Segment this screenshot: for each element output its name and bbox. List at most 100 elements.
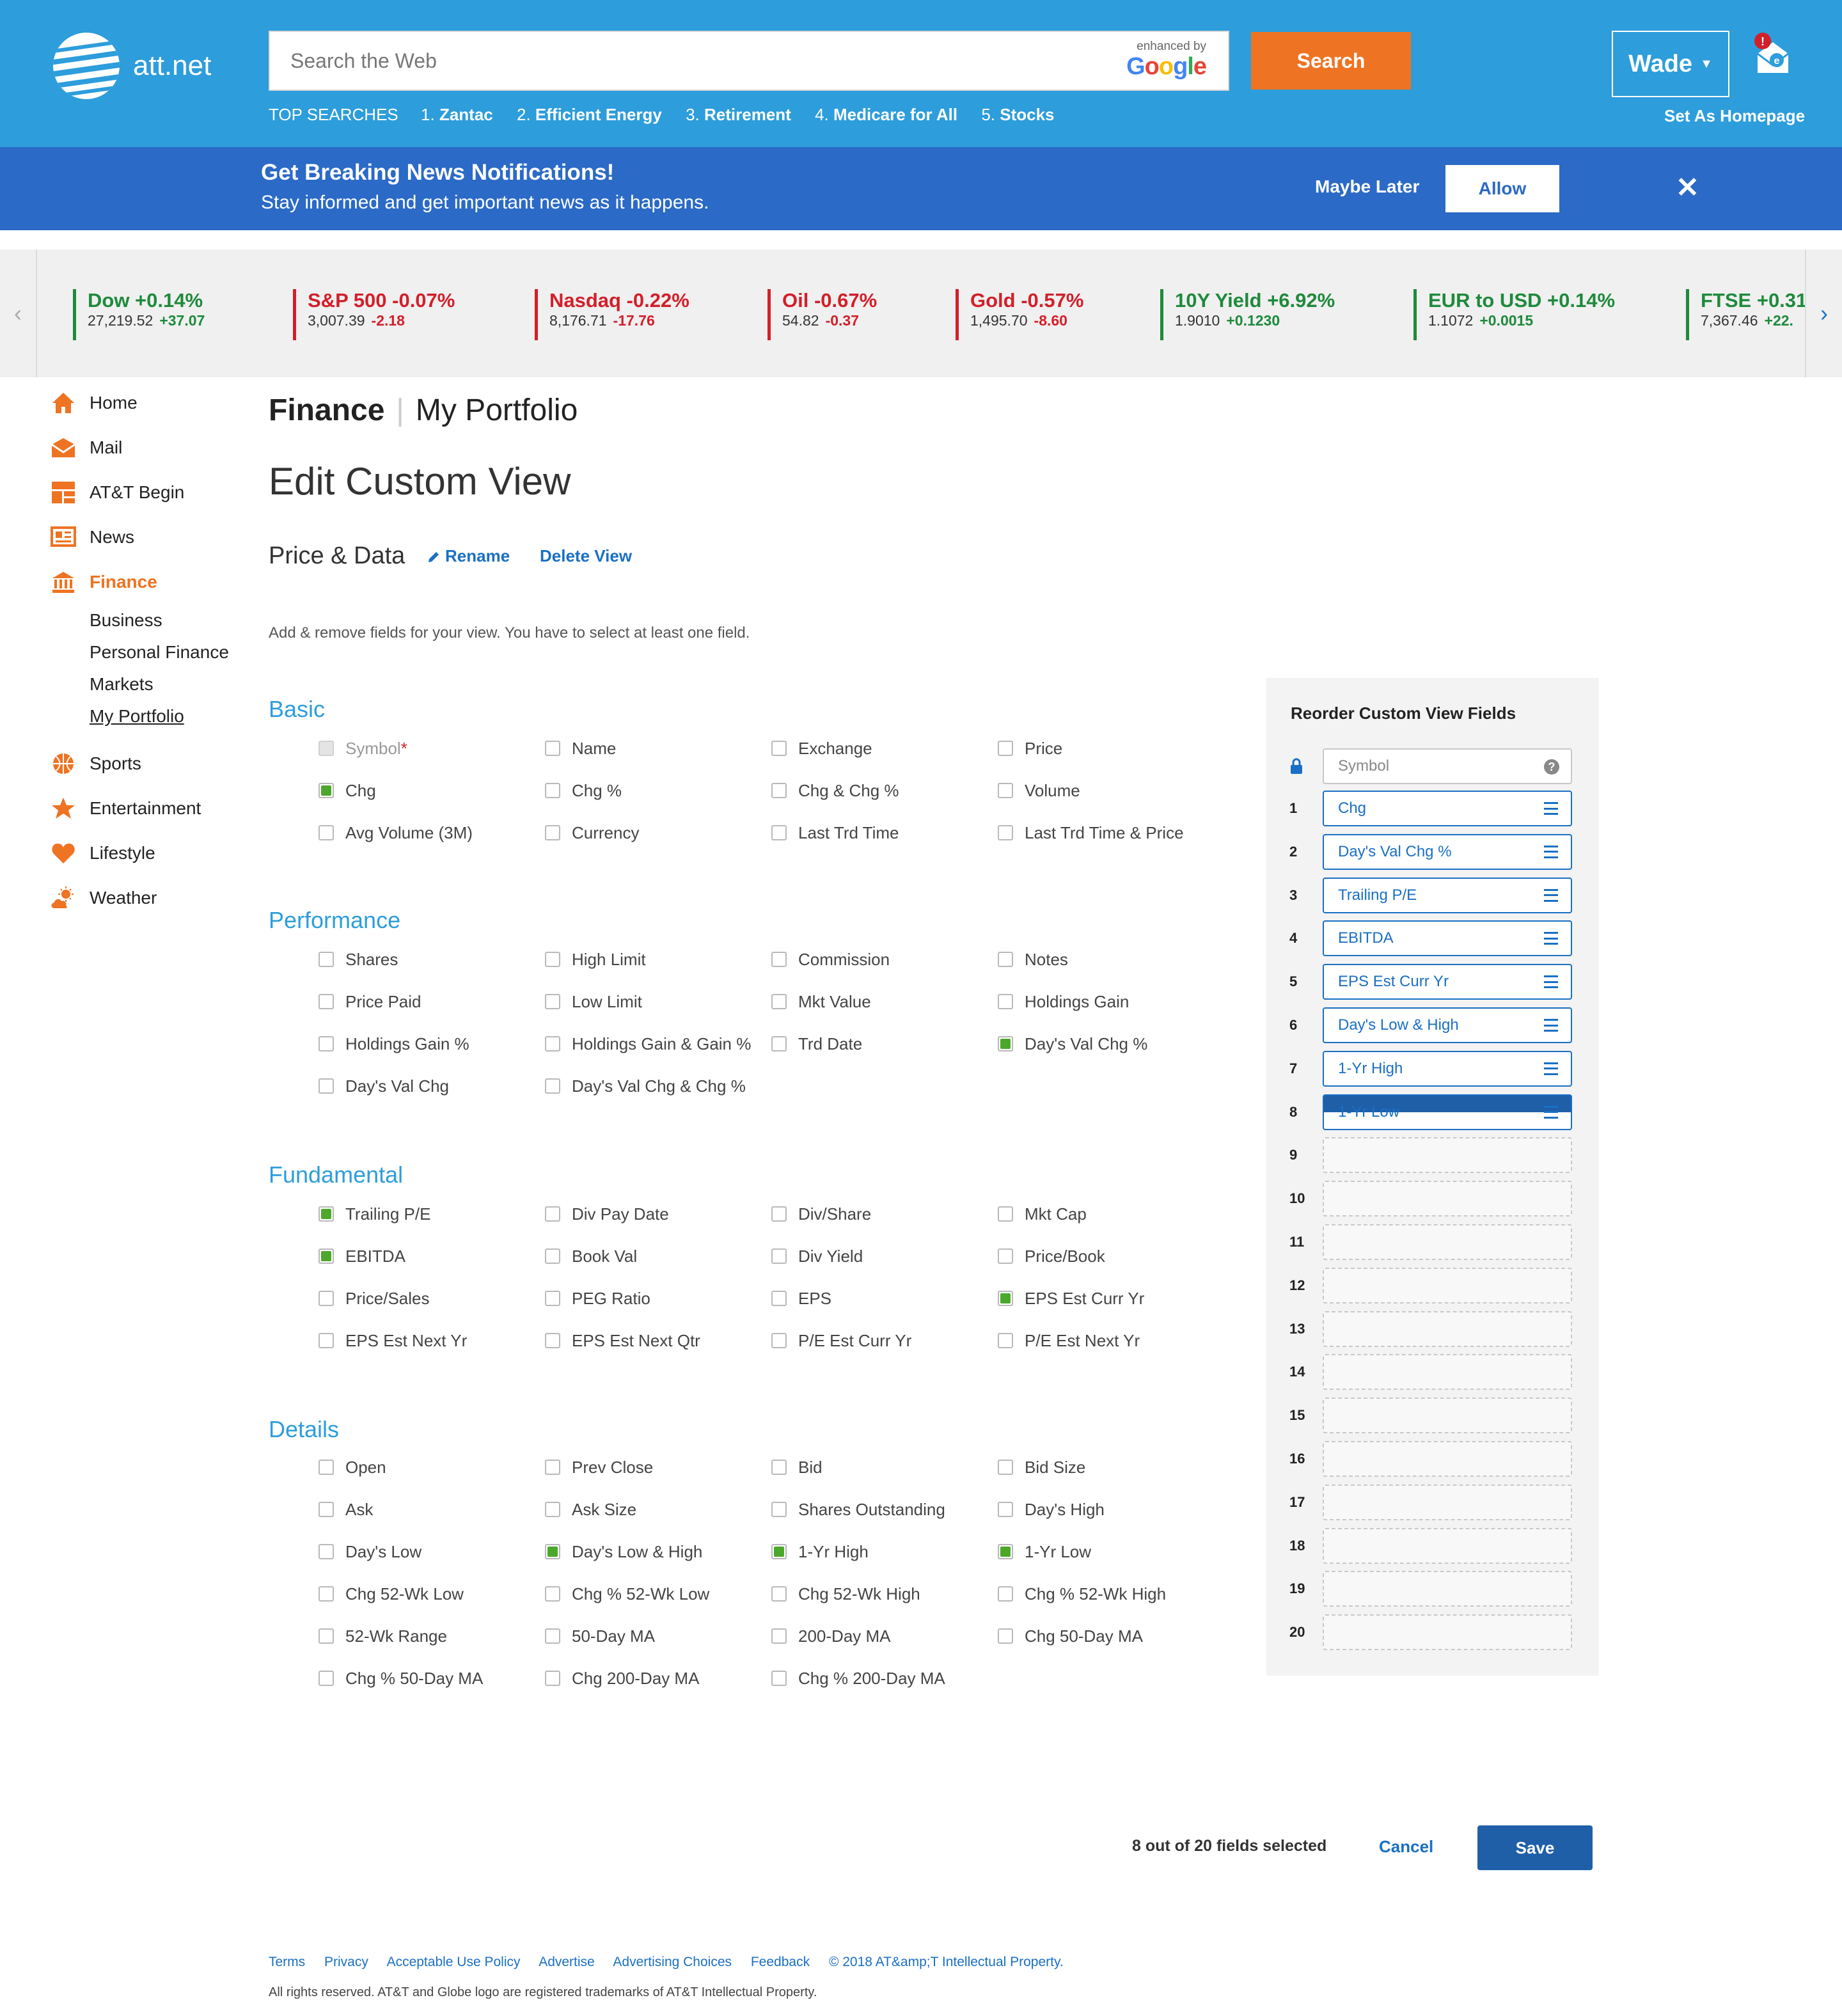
footer-link-acceptable-use[interactable]: Acceptable Use Policy <box>387 1955 521 1969</box>
field-option[interactable]: Currency <box>545 820 639 846</box>
checkbox[interactable] <box>545 952 560 967</box>
ticker-item[interactable]: EUR to USD +0.14% 1.1072 +0.0015 <box>1413 289 1615 340</box>
allow-button[interactable]: Allow <box>1445 165 1559 212</box>
field-option[interactable]: EPS Est Next Yr <box>319 1328 467 1353</box>
checkbox[interactable] <box>771 1036 787 1051</box>
subnav-personal-finance[interactable]: Personal Finance <box>90 642 229 663</box>
checkbox[interactable] <box>998 994 1013 1009</box>
checkbox[interactable] <box>545 1206 560 1222</box>
drag-handle-icon[interactable] <box>1544 1019 1558 1032</box>
checkbox[interactable] <box>771 1502 787 1517</box>
top-search-link[interactable]: 1. Zantac <box>421 105 493 124</box>
breadcrumb-page[interactable]: My Portfolio <box>416 393 578 427</box>
field-option[interactable]: Chg 200-Day MA <box>545 1666 699 1691</box>
field-option[interactable]: Low Limit <box>545 989 642 1014</box>
nav-item-entertainment[interactable]: Entertainment <box>50 796 201 821</box>
checkbox[interactable] <box>319 1206 334 1222</box>
checkbox[interactable] <box>771 1291 787 1306</box>
drag-handle-icon[interactable] <box>1544 845 1558 858</box>
checkbox[interactable] <box>545 741 560 756</box>
field-option[interactable]: High Limit <box>545 947 646 972</box>
save-button[interactable]: Save <box>1477 1825 1593 1870</box>
checkbox[interactable] <box>998 1036 1013 1051</box>
ticker-item[interactable]: 10Y Yield +6.92% 1.9010 +0.1230 <box>1160 289 1335 340</box>
footer-link-feedback[interactable]: Feedback <box>751 1955 810 1969</box>
checkbox[interactable] <box>998 783 1013 798</box>
nav-item-lifestyle[interactable]: Lifestyle <box>50 840 155 866</box>
field-option[interactable]: Div Pay Date <box>545 1201 669 1227</box>
checkbox[interactable] <box>998 1544 1013 1559</box>
field-option[interactable]: Holdings Gain & Gain % <box>545 1031 751 1057</box>
top-search-link[interactable]: 5. Stocks <box>981 105 1054 124</box>
field-option[interactable]: P/E Est Curr Yr <box>771 1328 911 1353</box>
checkbox[interactable] <box>319 1628 334 1644</box>
rename-link[interactable]: Rename <box>427 546 510 566</box>
drag-handle-icon[interactable] <box>1544 802 1558 815</box>
field-option[interactable]: Shares Outstanding <box>771 1497 945 1522</box>
reorder-field[interactable]: EPS Est Curr Yr <box>1323 964 1572 1000</box>
chevron-right-icon[interactable]: › <box>1805 249 1842 377</box>
checkbox[interactable] <box>998 1333 1013 1348</box>
field-option[interactable]: Ask <box>319 1497 373 1522</box>
field-option[interactable]: Price/Sales <box>319 1286 430 1311</box>
checkbox[interactable] <box>998 1248 1013 1264</box>
checkbox[interactable] <box>319 1078 334 1094</box>
reorder-field[interactable]: 1-Yr Low <box>1323 1094 1572 1130</box>
breadcrumb-section[interactable]: Finance <box>269 393 384 427</box>
field-option[interactable]: Shares <box>319 947 398 972</box>
checkbox[interactable] <box>771 952 787 967</box>
nav-item-mail[interactable]: Mail <box>50 435 122 461</box>
ticker-item[interactable]: Nasdaq -0.22% 8,176.71 -17.76 <box>535 289 689 340</box>
help-icon[interactable]: ? <box>1544 759 1559 775</box>
cancel-button[interactable]: Cancel <box>1379 1837 1433 1857</box>
reorder-empty-slot[interactable] <box>1323 1137 1572 1174</box>
field-option[interactable]: Chg & Chg % <box>771 778 899 803</box>
checkbox[interactable] <box>771 1248 787 1264</box>
field-option[interactable]: Open <box>319 1454 386 1480</box>
checkbox[interactable] <box>998 741 1013 756</box>
reorder-field[interactable]: Day's Val Chg % <box>1323 833 1572 870</box>
field-option[interactable]: Day's Val Chg <box>319 1073 449 1099</box>
subnav-my-portfolio[interactable]: My Portfolio <box>90 706 184 727</box>
checkbox[interactable] <box>771 994 787 1009</box>
close-icon[interactable]: ✕ <box>1676 171 1699 204</box>
field-option[interactable]: Chg % 52-Wk Low <box>545 1581 709 1607</box>
ticker-item[interactable]: FTSE +0.31 7,367.46 +22. <box>1686 289 1805 340</box>
reorder-empty-slot[interactable] <box>1323 1571 1572 1607</box>
drag-handle-icon[interactable] <box>1544 975 1558 989</box>
field-option[interactable]: EPS Est Next Qtr <box>545 1328 700 1353</box>
field-option[interactable]: Bid Size <box>998 1454 1085 1480</box>
set-as-homepage-link[interactable]: Set As Homepage <box>1664 106 1805 126</box>
checkbox[interactable] <box>319 1460 334 1475</box>
field-option[interactable]: Commission <box>771 947 890 972</box>
checkbox[interactable] <box>998 1628 1013 1644</box>
drag-handle-icon[interactable] <box>1544 1105 1558 1119</box>
checkbox[interactable] <box>319 994 334 1009</box>
checkbox[interactable] <box>545 994 560 1009</box>
checkbox[interactable] <box>319 1502 334 1517</box>
checkbox[interactable] <box>998 1206 1013 1222</box>
field-option[interactable]: Ask Size <box>545 1497 636 1522</box>
nav-item-home[interactable]: Home <box>50 390 138 416</box>
field-option[interactable]: Chg 50-Day MA <box>998 1623 1143 1649</box>
reorder-empty-slot[interactable] <box>1323 1181 1572 1217</box>
field-option[interactable]: Day's Val Chg % <box>998 1031 1147 1057</box>
reorder-field[interactable]: Chg <box>1323 791 1572 826</box>
nav-item-finance[interactable]: Finance <box>50 569 157 595</box>
reorder-empty-slot[interactable] <box>1323 1311 1572 1347</box>
ticker-item[interactable]: Dow +0.14% 27,219.52 +37.07 <box>73 289 205 340</box>
att-globe-logo-icon[interactable] <box>52 32 120 100</box>
field-option[interactable]: Prev Close <box>545 1454 653 1480</box>
field-option[interactable]: Day's High <box>998 1497 1105 1522</box>
reorder-empty-slot[interactable] <box>1323 1527 1572 1564</box>
user-menu-button[interactable]: Wade ▼ <box>1612 31 1729 97</box>
top-search-link[interactable]: 4. Medicare for All <box>815 105 957 124</box>
checkbox[interactable] <box>319 1248 334 1264</box>
delete-view-link[interactable]: Delete View <box>540 546 632 566</box>
field-option[interactable]: 50-Day MA <box>545 1623 655 1649</box>
field-option[interactable]: Chg % 52-Wk High <box>998 1581 1166 1607</box>
checkbox[interactable] <box>998 952 1013 967</box>
field-option[interactable]: Day's Low & High <box>545 1539 702 1564</box>
search-button[interactable]: Search <box>1251 32 1411 90</box>
ticker-item[interactable]: Oil -0.67% 54.82 -0.37 <box>767 289 877 340</box>
